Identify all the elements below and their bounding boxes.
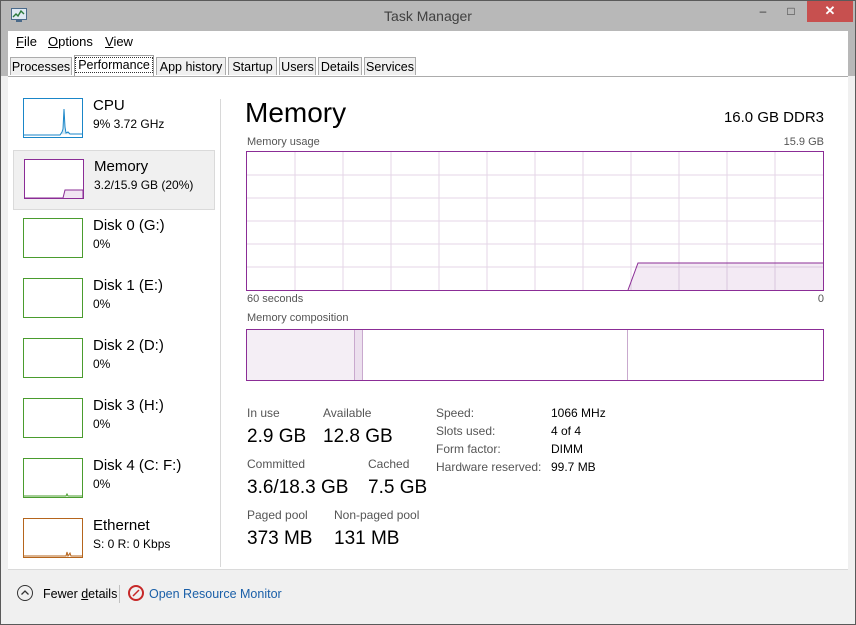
performance-panel: CPU 9% 3.72 GHz Memory 3.2/15.9 GB (20%)… (8, 76, 848, 619)
composition-in-use (247, 330, 355, 380)
memory-usage-max: 15.9 GB (783, 136, 824, 148)
graph-time-end: 0 (817, 293, 824, 305)
sidebar-item-name: Memory (94, 158, 149, 175)
sidebar-item-cpu[interactable]: CPU 9% 3.72 GHz (13, 90, 215, 150)
sidebar-item-name: Disk 1 (E:) (93, 277, 164, 294)
tab-performance[interactable]: Performance (74, 55, 154, 76)
tab-users[interactable]: Users (279, 57, 316, 75)
footer-separator (119, 585, 120, 603)
nonpaged-pool-label: Non-paged pool (334, 508, 420, 522)
menu-file[interactable]: File (16, 34, 37, 49)
speed-label: Speed: (436, 406, 475, 420)
sidebar-item-disk-4[interactable]: Disk 4 (C: F:) 0% (13, 450, 215, 510)
sidebar-item-detail: S: 0 R: 0 Kbps (93, 537, 171, 551)
sidebar-item-disk-1[interactable]: Disk 1 (E:) 0% (13, 270, 215, 330)
slots-used-value: 4 of 4 (551, 424, 582, 438)
sidebar-item-name: Disk 4 (C: F:) (93, 457, 182, 474)
maximize-button[interactable]: □ (777, 1, 805, 22)
title-bar[interactable]: Task Manager – □ ✕ (1, 1, 855, 31)
sidebar-item-ethernet[interactable]: Ethernet S: 0 R: 0 Kbps (13, 510, 215, 570)
close-button[interactable]: ✕ (807, 1, 853, 22)
sidebar-item-name: Disk 0 (G:) (93, 217, 165, 234)
slots-used-label: Slots used: (436, 424, 496, 438)
resource-monitor-icon[interactable] (128, 585, 144, 601)
cpu-thumbnail-graph (23, 98, 83, 138)
tab-services[interactable]: Services (364, 57, 416, 75)
sidebar-item-detail: 0% (93, 237, 111, 251)
window-title: Task Manager (384, 8, 472, 24)
cached-value: 7.5 GB (368, 477, 428, 498)
sidebar-item-memory[interactable]: Memory 3.2/15.9 GB (20%) (13, 150, 215, 210)
footer-bar: Fewer details Open Resource Monitor (8, 569, 848, 619)
tab-strip: Processes Performance App history Startu… (1, 52, 855, 76)
form-factor-value: DIMM (551, 442, 583, 456)
form-factor-label: Form factor: (436, 442, 501, 456)
tab-app-history[interactable]: App history (156, 57, 226, 75)
memory-composition-label: Memory composition (247, 312, 349, 324)
speed-value: 1066 MHz (551, 406, 606, 420)
ethernet-thumbnail-graph (23, 518, 83, 558)
minimize-button[interactable]: – (749, 1, 777, 22)
cached-label: Cached (368, 457, 410, 471)
open-resource-monitor-link[interactable]: Open Resource Monitor (149, 587, 282, 601)
disk-thumbnail-graph (23, 458, 83, 498)
sidebar-item-disk-0[interactable]: Disk 0 (G:) 0% (13, 210, 215, 270)
sidebar-item-detail: 0% (93, 297, 111, 311)
menu-view[interactable]: View (105, 34, 133, 49)
composition-modified (355, 330, 363, 380)
available-label: Available (323, 406, 372, 420)
nonpaged-pool-value: 131 MB (334, 528, 400, 549)
sidebar-item-disk-2[interactable]: Disk 2 (D:) 0% (13, 330, 215, 390)
sidebar-item-detail: 9% 3.72 GHz (93, 117, 165, 131)
fewer-details-button[interactable]: Fewer details (43, 587, 117, 601)
tab-startup[interactable]: Startup (228, 57, 277, 75)
memory-composition-bar (246, 329, 824, 381)
sidebar-divider (220, 99, 221, 567)
graph-time-start: 60 seconds (247, 293, 304, 305)
memory-usage-graph (246, 151, 824, 291)
sidebar-item-detail: 0% (93, 417, 111, 431)
sidebar-item-detail: 3.2/15.9 GB (20%) (94, 178, 194, 192)
composition-standby (363, 330, 628, 380)
tab-processes[interactable]: Processes (10, 57, 72, 75)
in-use-label: In use (247, 406, 280, 420)
in-use-value: 2.9 GB (247, 426, 307, 447)
sidebar-item-name: Disk 3 (H:) (93, 397, 164, 414)
sidebar-item-name: Disk 2 (D:) (93, 337, 164, 354)
sidebar-item-name: CPU (93, 97, 125, 114)
committed-label: Committed (247, 457, 306, 471)
sidebar-item-detail: 0% (93, 477, 111, 491)
menu-options[interactable]: Options (48, 34, 93, 49)
disk-thumbnail-graph (23, 338, 83, 378)
memory-usage-label: Memory usage (247, 136, 320, 148)
paged-pool-value: 373 MB (247, 528, 313, 549)
sidebar-item-detail: 0% (93, 357, 111, 371)
chevron-up-icon[interactable] (17, 585, 33, 601)
sidebar-item-disk-3[interactable]: Disk 3 (H:) 0% (13, 390, 215, 450)
page-title: Memory (245, 97, 347, 128)
memory-thumbnail-graph (24, 159, 84, 199)
menu-bar: File Options View (1, 31, 855, 52)
disk-thumbnail-graph (23, 398, 83, 438)
hardware-reserved-label: Hardware reserved: (436, 460, 542, 474)
disk-thumbnail-graph (23, 218, 83, 258)
disk-thumbnail-graph (23, 278, 83, 318)
sidebar-item-name: Ethernet (93, 517, 150, 534)
task-manager-window: Task Manager – □ ✕ File Options View Pro… (0, 0, 856, 625)
memory-spec: 16.0 GB DDR3 (723, 109, 824, 126)
paged-pool-label: Paged pool (247, 508, 308, 522)
committed-value: 3.6/18.3 GB (247, 477, 349, 498)
available-value: 12.8 GB (323, 426, 393, 447)
composition-free (628, 330, 823, 380)
hardware-reserved-value: 99.7 MB (551, 460, 596, 474)
tab-details[interactable]: Details (318, 57, 362, 75)
